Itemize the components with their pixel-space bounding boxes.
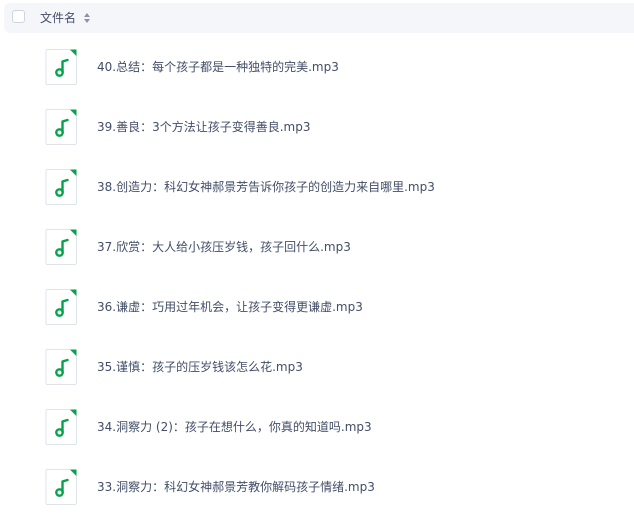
music-note-icon xyxy=(45,289,77,325)
music-note-icon xyxy=(45,169,77,205)
select-all-checkbox[interactable] xyxy=(12,10,25,23)
file-name[interactable]: 40.总结：每个孩子都是一种独特的完美.mp3 xyxy=(97,60,339,74)
music-note-icon xyxy=(45,409,77,445)
music-note-icon xyxy=(45,109,77,145)
file-name[interactable]: 37.欣赏：大人给小孩压岁钱，孩子回什么.mp3 xyxy=(97,240,351,254)
file-row[interactable]: 35.谨慎：孩子的压岁钱该怎么花.mp3 xyxy=(0,348,634,408)
file-name[interactable]: 33.洞察力：科幻女神郝景芳教你解码孩子情绪.mp3 xyxy=(97,480,375,494)
sort-toggle-icon[interactable] xyxy=(84,13,90,23)
filename-column-header[interactable]: 文件名 xyxy=(40,11,76,25)
file-row[interactable]: 39.善良：3个方法让孩子变得善良.mp3 xyxy=(0,108,634,168)
file-row[interactable]: 40.总结：每个孩子都是一种独特的完美.mp3 xyxy=(0,48,634,108)
file-name[interactable]: 38.创造力：科幻女神郝景芳告诉你孩子的创造力来自哪里.mp3 xyxy=(97,180,435,194)
file-row[interactable]: 34.洞察力 (2)：孩子在想什么，你真的知道吗.mp3 xyxy=(0,408,634,468)
file-row[interactable]: 33.洞察力：科幻女神郝景芳教你解码孩子情绪.mp3 xyxy=(0,468,634,528)
music-note-icon xyxy=(45,469,77,505)
file-name[interactable]: 35.谨慎：孩子的压岁钱该怎么花.mp3 xyxy=(97,360,303,374)
file-name[interactable]: 36.谦虚：巧用过年机会，让孩子变得更谦虚.mp3 xyxy=(97,300,363,314)
file-name[interactable]: 34.洞察力 (2)：孩子在想什么，你真的知道吗.mp3 xyxy=(97,420,372,434)
file-row[interactable]: 38.创造力：科幻女神郝景芳告诉你孩子的创造力来自哪里.mp3 xyxy=(0,168,634,228)
file-row[interactable]: 36.谦虚：巧用过年机会，让孩子变得更谦虚.mp3 xyxy=(0,288,634,348)
file-list-header: 文件名 xyxy=(4,3,634,33)
music-note-icon xyxy=(45,229,77,265)
file-name[interactable]: 39.善良：3个方法让孩子变得善良.mp3 xyxy=(97,120,310,134)
music-note-icon xyxy=(45,49,77,85)
file-row[interactable]: 37.欣赏：大人给小孩压岁钱，孩子回什么.mp3 xyxy=(0,228,634,288)
music-note-icon xyxy=(45,349,77,385)
